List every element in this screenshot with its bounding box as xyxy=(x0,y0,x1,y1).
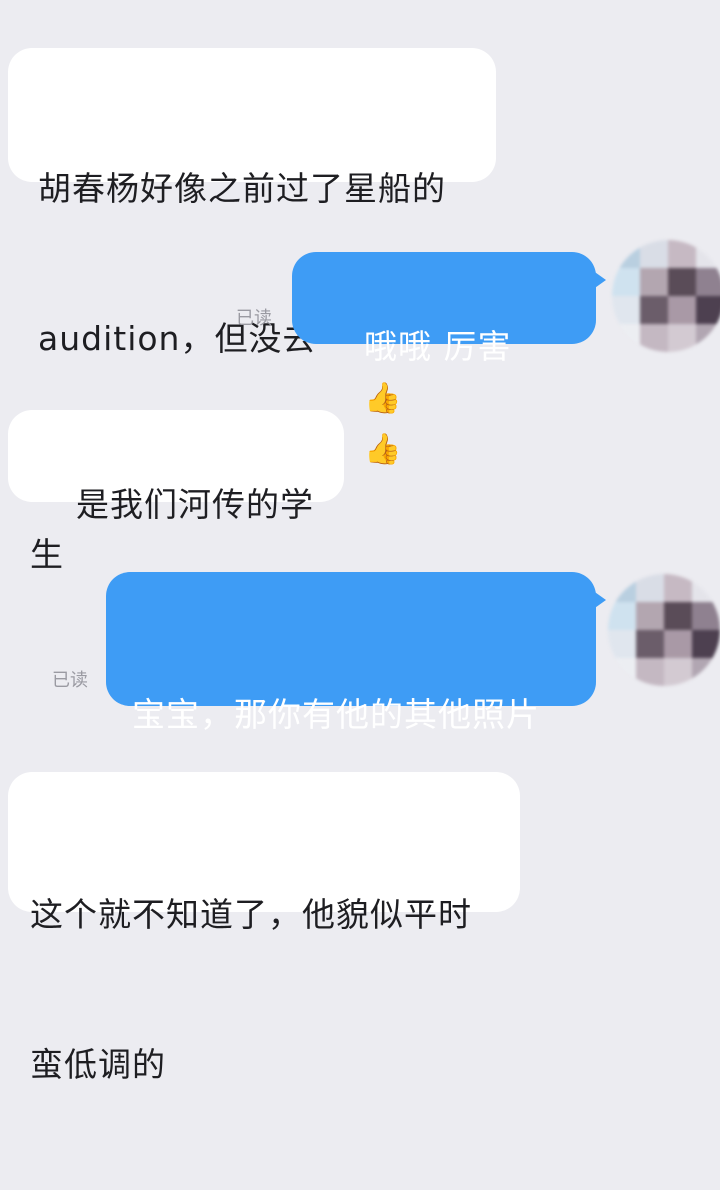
outgoing-message-bubble[interactable]: 宝宝，那你有他的其他照片 吗? xyxy=(106,572,606,884)
incoming-message-bubble[interactable]: 胡春杨好像之前过了星船的 audition，但没去 xyxy=(8,48,496,358)
incoming-message-bubble[interactable]: 是我们河传的学生 xyxy=(8,410,344,574)
read-status: 已读 xyxy=(52,670,88,691)
avatar[interactable] xyxy=(612,240,720,352)
message-text-line: 这个就不知道了，他貌似平时 xyxy=(30,895,472,934)
message-text-line: 胡春杨好像之前过了星船的 xyxy=(38,169,446,208)
read-status: 已读 xyxy=(236,308,272,329)
thumbs-up-icon: 👍 xyxy=(363,380,403,416)
outgoing-message-bubble[interactable]: 哦哦 厉害 👍 👍 xyxy=(292,252,606,467)
chat-thread: 胡春杨好像之前过了星船的 audition，但没去 已读 哦哦 厉害 👍 👍 是… xyxy=(0,0,720,1084)
message-text: 哦哦 厉害 xyxy=(363,327,512,366)
message-text-line: 宝宝，那你有他的其他照片 xyxy=(132,695,540,734)
thumbs-up-icon: 👍 xyxy=(363,432,403,467)
message-text: 是我们河传的学生 xyxy=(30,485,314,574)
avatar[interactable] xyxy=(608,574,720,686)
incoming-message-bubble[interactable]: 这个就不知道了，他貌似平时 蛮低调的 xyxy=(8,772,520,1084)
message-text-line: 蛮低调的 xyxy=(30,1045,166,1084)
